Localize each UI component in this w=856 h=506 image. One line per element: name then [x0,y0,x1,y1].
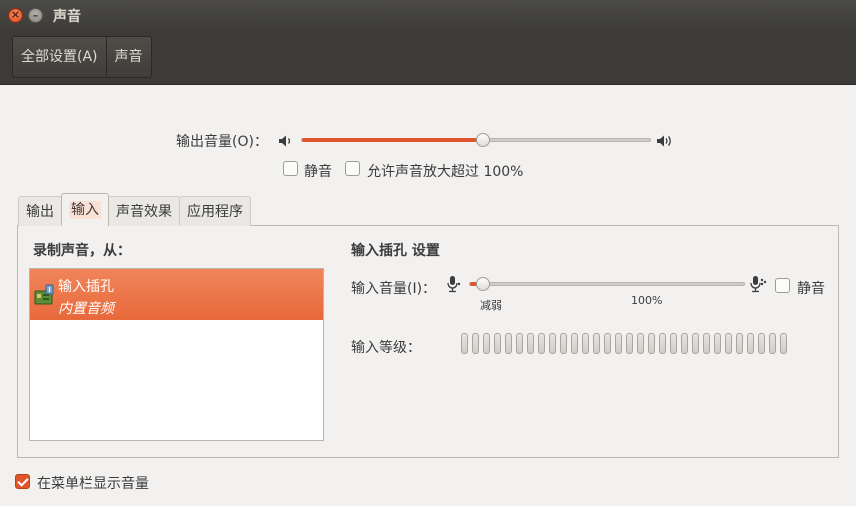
level-meter-segment [494,333,501,354]
level-meter-segment [582,333,589,354]
list-item[interactable]: 输入插孔 内置音频 [30,269,323,320]
tab-output-label: 输出 [26,204,54,220]
tick-label-100: 100% [631,294,663,307]
microphone-low-icon [447,276,461,293]
tab-sound-effects[interactable]: 声音效果 [108,196,180,226]
tab-bar: 输出 输入 声音效果 应用程序 [18,193,251,226]
level-meter-segment [593,333,600,354]
level-meter-segment [747,333,754,354]
level-meter-segment [659,333,666,354]
device-description: 内置音频 [58,301,114,317]
level-meter-segment [538,333,545,354]
tab-sound-effects-label: 声音效果 [116,204,172,220]
input-volume-label: 输入音量(I)： [351,281,437,297]
level-meter-segment [703,333,710,354]
level-meter-segment [780,333,787,354]
show-in-menubar-label: 在菜单栏显示音量 [37,476,149,492]
level-meter-segment [670,333,677,354]
output-mute-checkbox[interactable] [283,161,298,176]
sound-crumb-button[interactable]: 声音 [105,37,151,77]
input-level-label: 输入等级： [351,340,421,356]
minimize-icon: – [32,9,39,22]
tab-output[interactable]: 输出 [18,196,62,226]
title-bar: × – 声音 [0,0,856,31]
input-mute-checkbox[interactable] [775,278,790,293]
show-in-menubar-checkbox[interactable] [15,474,30,489]
amplify-label: 允许声音放大超过 100% [367,164,524,180]
input-volume-slider-handle[interactable] [476,277,490,291]
close-window-button[interactable]: × [8,8,23,23]
level-meter-segment [626,333,633,354]
toolbar: 全部设置(A) 声音 [0,31,856,85]
tab-input[interactable]: 输入 [61,193,109,226]
input-settings-heading: 输入插孔 设置 [351,243,440,259]
volume-high-icon [657,135,671,147]
device-name: 输入插孔 [58,279,114,295]
tab-applications-label: 应用程序 [187,204,243,220]
output-volume-slider-handle[interactable] [476,133,490,147]
level-meter-segment [648,333,655,354]
level-meter-segment [549,333,556,354]
level-meter-segment [758,333,765,354]
level-meter-segment [637,333,644,354]
input-device-list[interactable]: 输入插孔 内置音频 [29,268,324,441]
level-meter-segment [472,333,479,354]
level-meter-segment [461,333,468,354]
level-meter-segment [560,333,567,354]
tab-applications[interactable]: 应用程序 [179,196,251,226]
level-meter-segment [516,333,523,354]
output-volume-fill [302,138,484,142]
output-mute-label: 静音 [304,164,332,180]
volume-low-icon [279,135,291,147]
level-meter-segment [527,333,534,354]
tick-label-low: 减弱 [480,299,502,312]
minimize-window-button[interactable]: – [28,8,43,23]
breadcrumb: 全部设置(A) 声音 [12,36,152,78]
level-meter-segment [483,333,490,354]
tab-input-label: 输入 [69,201,101,219]
close-icon: × [10,8,21,21]
sound-card-icon [34,284,54,305]
level-meter-segment [505,333,512,354]
level-meter-segment [769,333,776,354]
level-meter-segment [714,333,721,354]
level-meter-segment [615,333,622,354]
amplify-checkbox[interactable] [345,161,360,176]
microphone-high-icon [750,276,767,293]
input-level-meter [461,333,787,355]
level-meter-segment [571,333,578,354]
level-meter-segment [604,333,611,354]
level-meter-segment [692,333,699,354]
input-volume-slider[interactable] [469,282,745,286]
level-meter-segment [681,333,688,354]
input-mute-label: 静音 [797,281,825,297]
record-from-heading: 录制声音，从： [33,243,131,259]
window-title: 声音 [53,9,81,25]
level-meter-segment [725,333,732,354]
level-meter-segment [736,333,743,354]
output-volume-label: 输出音量(O)： [176,134,268,150]
all-settings-button[interactable]: 全部设置(A) [13,37,106,77]
